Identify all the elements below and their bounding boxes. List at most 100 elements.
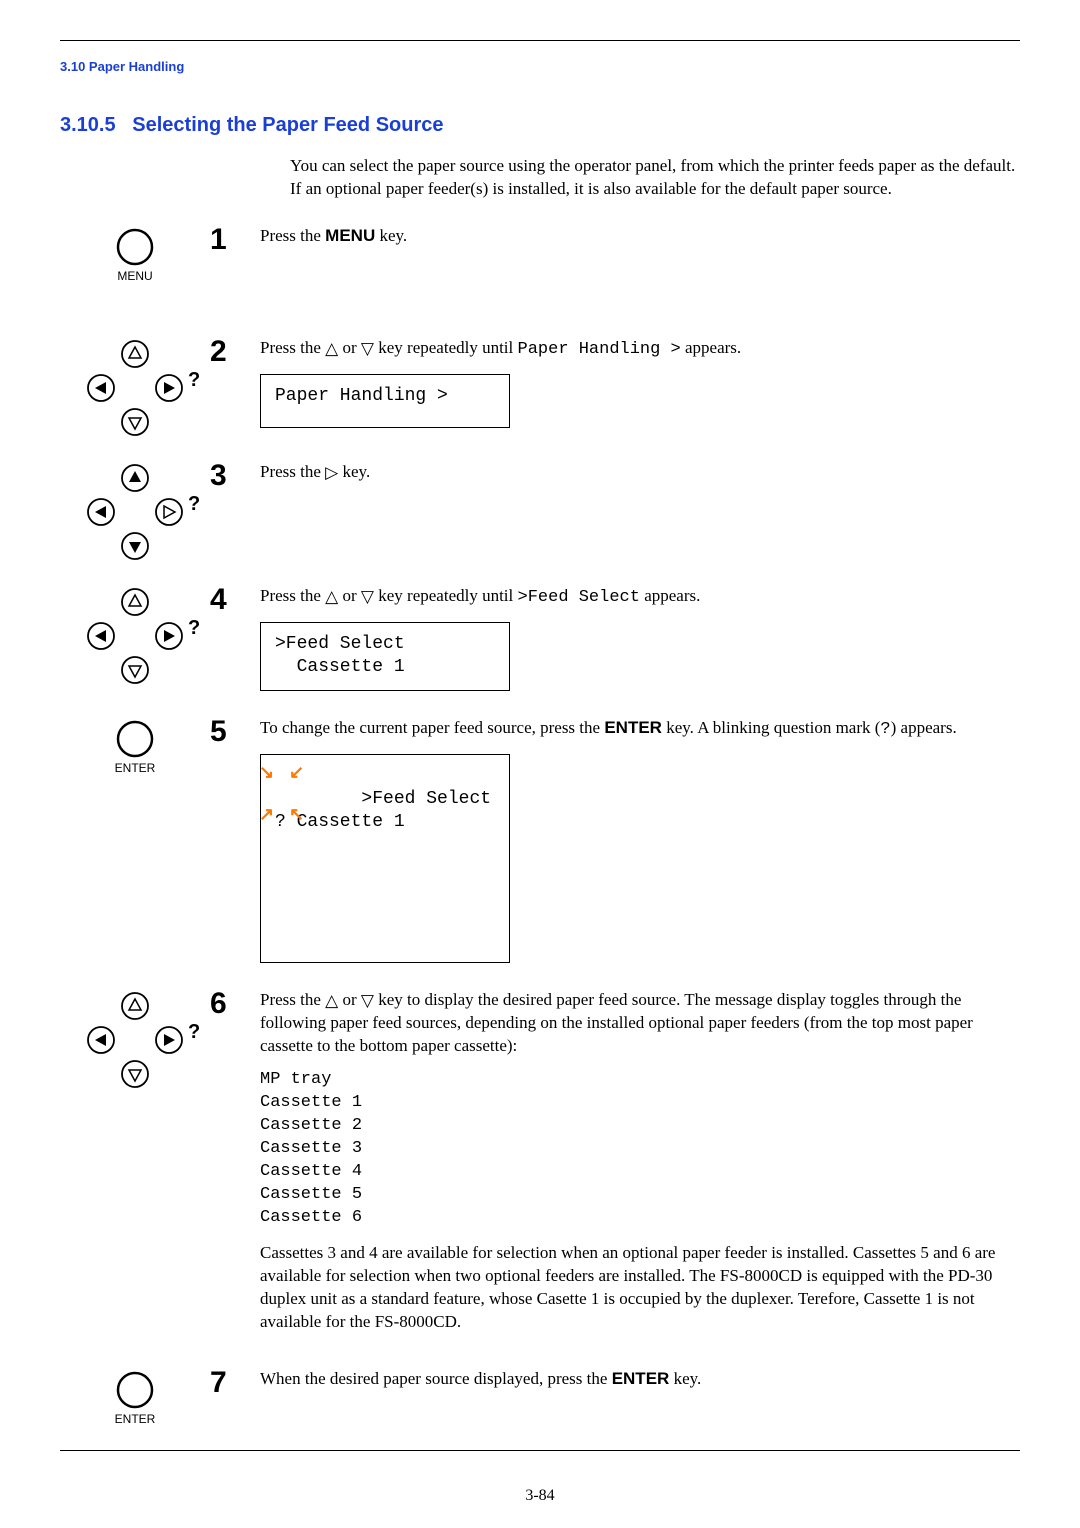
step-6-text: Press the △ or ▽ key to display the desi… [260,989,1020,1346]
page: 3.10 Paper Handling 3.10.5 Selecting the… [0,0,1080,1525]
lcd-blink-text: >Feed Select ? Cassette 1 [275,789,491,832]
step-7: ENTER 7 When the desired paper source di… [60,1368,1020,1428]
step-1-text-b: key. [375,226,407,245]
intro-paragraph: You can select the paper source using th… [290,155,1020,201]
step-1-text-a: Press the [260,226,325,245]
step-4-text-d: appears. [640,586,700,605]
left-arrow-icon [86,373,116,403]
step-6-text-a: Press the [260,990,325,1009]
step-6-note: Cassettes 3 and 4 are available for sele… [260,1242,1020,1334]
right-arrow-icon [154,497,184,527]
right-arrow-icon [154,1025,184,1055]
triangle-right-icon: ▷ [325,464,338,481]
enter-key-name: ENTER [612,1369,670,1388]
arrow-cluster-icon: ? [80,587,190,687]
cassette-list: MP tray Cassette 1 Cassette 2 Cassette 3… [260,1069,1020,1230]
step-4-text: Press the △ or ▽ key repeatedly until >F… [260,585,1020,695]
step-4-text-a: Press the [260,586,325,605]
step-5-text-c: ) appears. [891,718,957,737]
step-4-icon: ? [60,585,210,687]
step-3-number: 3 [210,461,260,491]
step-1: MENU 1 Press the MENU key. [60,225,1020,315]
step-2-icon: ? [60,337,210,439]
step-7-text: When the desired paper source displayed,… [260,1368,1020,1403]
right-arrow-icon [154,373,184,403]
question-mark-icon: ? [188,1021,200,1044]
step-5-icon: ENTER [60,717,210,775]
up-arrow-icon [120,339,150,369]
up-arrow-icon [120,587,150,617]
step-3-text-a: Press the [260,462,325,481]
left-arrow-icon [86,497,116,527]
triangle-down-icon: ▽ [361,340,374,357]
step-2-text: Press the △ or ▽ key repeatedly until Pa… [260,337,1020,432]
step-2-text-c: key repeatedly until [374,338,518,357]
step-4-text-b: or [338,586,361,605]
step-6: ? 6 Press the △ or ▽ key to display the … [60,989,1020,1346]
up-arrow-icon [120,463,150,493]
step-5: ENTER 5 To change the current paper feed… [60,717,1020,967]
top-rule [60,40,1020,41]
question-mark-icon: ? [188,369,200,392]
step-1-text: Press the MENU key. [260,225,1020,260]
blink-arrow-icon: ↖ [289,803,304,826]
down-arrow-icon [120,655,150,685]
section-title-text: Selecting the Paper Feed Source [132,114,443,136]
down-arrow-icon [120,407,150,437]
step-4-number: 4 [210,585,260,615]
enter-button-label: ENTER [115,761,156,775]
step-2: ? 2 Press the △ or ▽ key repeatedly unti… [60,337,1020,439]
left-arrow-icon [86,621,116,651]
step-3-text-b: key. [338,462,370,481]
step-7-text-b: key. [669,1369,701,1388]
step-4: ? 4 Press the △ or ▽ key repeatedly unti… [60,585,1020,695]
step-5-text: To change the current paper feed source,… [260,717,1020,967]
step-7-icon: ENTER [60,1368,210,1426]
triangle-up-icon: △ [325,588,338,605]
blink-arrow-icon: ↙ [289,761,304,784]
down-arrow-icon [120,1059,150,1089]
step-2-text-d: appears. [681,338,741,357]
page-number: 3-84 [60,1479,1020,1505]
question-mark-icon: ? [188,493,200,516]
arrow-cluster-icon: ? [80,339,190,439]
blink-arrow-icon: ↗ [259,803,274,826]
step-3-icon: ? [60,461,210,563]
blink-arrow-icon: ↘ [259,761,274,784]
bottom-rule [60,1450,1020,1451]
step-3: ? 3 Press the ▷ key. [60,461,1020,563]
step-7-number: 7 [210,1368,260,1398]
step-2-number: 2 [210,337,260,367]
step-5-text-b: key. A blinking question mark ( [662,718,880,737]
step-6-number: 6 [210,989,260,1019]
menu-button-icon [115,227,155,267]
step-4-text-c: key repeatedly until [374,586,518,605]
step-2-text-b: or [338,338,361,357]
step-4-mono: >Feed Select [518,588,640,607]
right-arrow-icon [154,621,184,651]
step-7-text-a: When the desired paper source displayed,… [260,1369,612,1388]
triangle-up-icon: △ [325,992,338,1009]
step-2-mono: Paper Handling > [518,340,681,359]
step-5-mono-q: ? [880,720,890,739]
enter-key-name: ENTER [604,718,662,737]
step-5-text-a: To change the current paper feed source,… [260,718,604,737]
up-arrow-icon [120,991,150,1021]
step-6-icon: ? [60,989,210,1091]
menu-button-label: MENU [117,269,152,283]
lcd-display: >Feed Select Cassette 1 [260,622,510,691]
section-number-text: 3.10.5 [60,114,116,136]
section-title: 3.10.5 Selecting the Paper Feed Source [60,114,1020,137]
step-1-number: 1 [210,225,260,255]
step-3-text: Press the ▷ key. [260,461,1020,496]
down-arrow-icon [120,531,150,561]
lcd-display: Paper Handling > [260,374,510,428]
running-header: 3.10 Paper Handling [60,59,1020,74]
lcd-display-blink: >Feed Select ? Cassette 1 ↘ ↗ ↙ ↖ [260,754,510,963]
question-mark-icon: ? [188,617,200,640]
enter-button-icon [115,719,155,759]
arrow-cluster-icon: ? [80,991,190,1091]
step-2-text-a: Press the [260,338,325,357]
triangle-down-icon: ▽ [361,992,374,1009]
menu-key-name: MENU [325,226,375,245]
